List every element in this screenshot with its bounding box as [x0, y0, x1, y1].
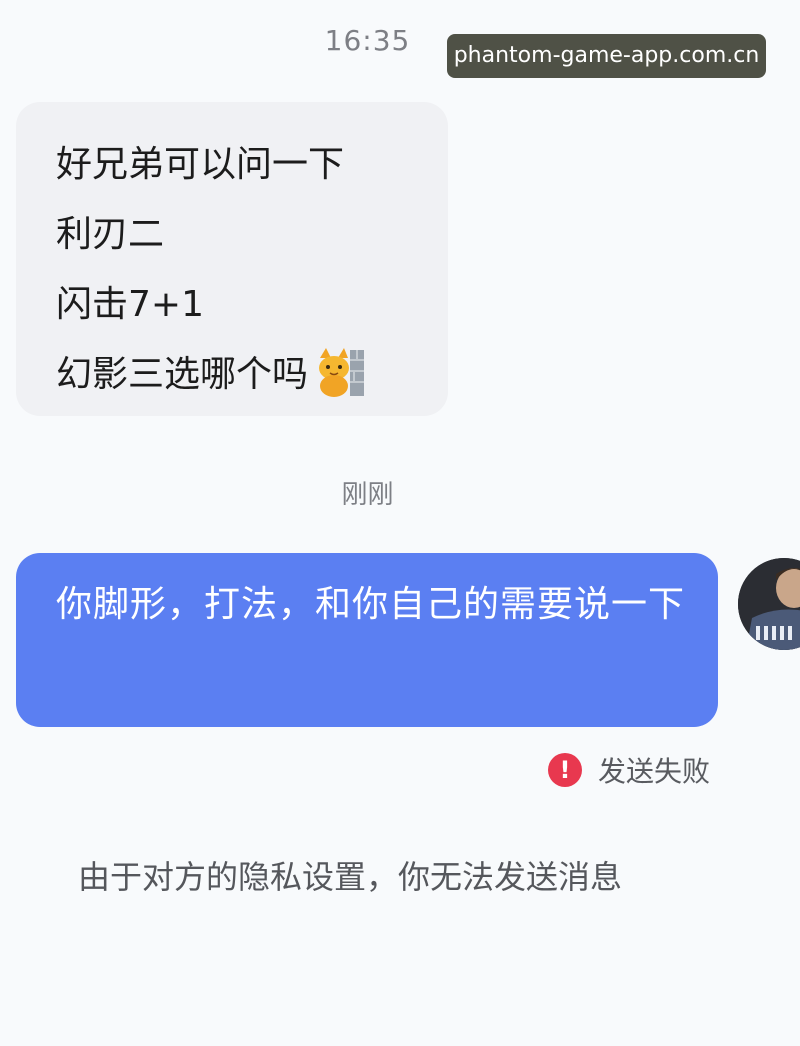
cat-peeking-emoji-icon [316, 346, 366, 398]
message-timestamp-recent: 刚刚 [341, 480, 394, 510]
send-failed-status[interactable]: ! 发送失败 [548, 748, 710, 792]
avatar[interactable] [738, 558, 800, 650]
outgoing-message-bubble[interactable]: 你脚形，打法，和你自己的需要说一下 [16, 553, 718, 727]
message-line-text: 幻影三选哪个吗 [56, 354, 309, 395]
watermark-label: phantom-game-app.com.cn [447, 34, 766, 78]
send-failed-label: 发送失败 [598, 755, 711, 788]
message-line-last: 幻影三选哪个吗 [56, 340, 448, 410]
message-line: 好兄弟可以问一下 [56, 144, 345, 185]
exclamation-icon[interactable]: ! [548, 753, 582, 787]
message-line: 闪击7+1 [56, 284, 204, 325]
message-line: 利刃二 [56, 214, 165, 255]
privacy-notice: 由于对方的隐私设置，你无法发送消息 [78, 858, 623, 896]
incoming-message-bubble[interactable]: 好兄弟可以问一下 利刃二 闪击7+1 幻影三选哪个吗 [16, 102, 448, 416]
